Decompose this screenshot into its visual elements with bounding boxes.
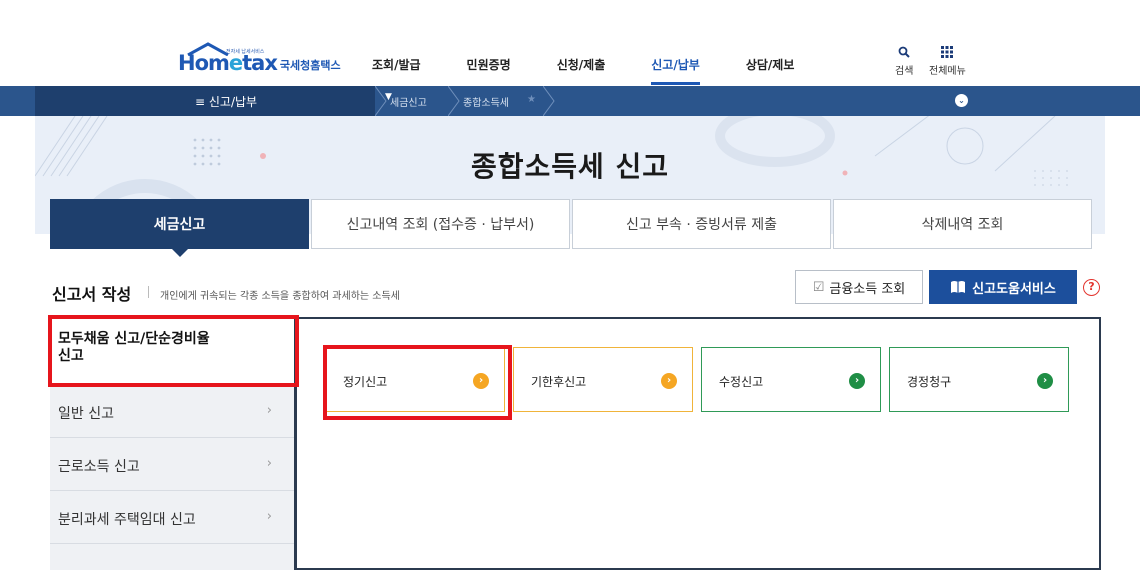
hometax-logo[interactable]: 전자세 납세서비스 Hometax 국세청홈택스 bbox=[178, 42, 341, 74]
logo-tagline: 전자세 납세서비스 bbox=[226, 49, 265, 55]
page: 전자세 납세서비스 Hometax 국세청홈택스 조회/발급 민원증명 신청/제… bbox=[0, 0, 1140, 570]
late-filing-card[interactable]: 기한후신고 › bbox=[513, 347, 693, 412]
tab-tax-filing[interactable]: 세금신고 bbox=[50, 199, 309, 257]
breadcrumb-arrow-icon bbox=[448, 86, 460, 116]
search-button[interactable]: 검색 bbox=[895, 46, 913, 77]
menu-earned-income-label: 근로소득 신고 bbox=[58, 459, 140, 475]
nav-filing-payment[interactable]: 신고/납부 bbox=[651, 56, 700, 85]
tab-filing-history[interactable]: 신고내역 조회 (접수증 · 납부서) bbox=[311, 199, 570, 249]
menu-housing-rental[interactable]: 분리과세 주택임대 신고 › bbox=[50, 491, 294, 544]
breadcrumb-arrow-icon bbox=[375, 86, 387, 116]
menu-earned-income[interactable]: 근로소득 신고 › bbox=[50, 438, 294, 491]
nav-inquiry[interactable]: 조회/발급 bbox=[372, 56, 421, 73]
amended-filing-card[interactable]: 수정신고 › bbox=[701, 347, 881, 412]
refund-claim-label: 경정청구 bbox=[907, 375, 952, 389]
late-filing-label: 기한후신고 bbox=[531, 375, 587, 389]
favorite-star-icon[interactable]: ★ bbox=[527, 94, 536, 105]
search-icon bbox=[898, 46, 910, 60]
breadcrumb-arrow-icon bbox=[543, 86, 555, 116]
nav-certificate[interactable]: 민원증명 bbox=[467, 56, 511, 73]
location-menu-selector[interactable]: ≡ 신고/납부 ▼ bbox=[35, 86, 392, 116]
menu-housing-rental-label: 분리과세 주택임대 신고 bbox=[58, 512, 196, 528]
financial-income-inquiry-label: 금융소득 조회 bbox=[829, 281, 906, 297]
nav-application[interactable]: 신청/제출 bbox=[557, 56, 606, 73]
location-bar: ≡ 신고/납부 ▼ 세금신고 종합소득세 ★ ⌄ bbox=[0, 86, 1140, 116]
logo-subtitle: 국세청홈택스 bbox=[279, 59, 341, 72]
all-menu-label: 전체메뉴 bbox=[929, 66, 966, 77]
all-menu-button[interactable]: 전체메뉴 bbox=[929, 46, 966, 77]
location-expand-icon[interactable]: ⌄ bbox=[955, 94, 968, 107]
top-header: 전자세 납세서비스 Hometax 국세청홈택스 조회/발급 민원증명 신청/제… bbox=[0, 0, 1140, 86]
refund-claim-card[interactable]: 경정청구 › bbox=[889, 347, 1069, 412]
filing-help-service-label: 신고도움서비스 bbox=[972, 281, 1056, 297]
help-question-icon[interactable]: ? bbox=[1083, 279, 1100, 296]
filing-help-service-button[interactable]: 신고도움서비스 bbox=[929, 270, 1077, 304]
page-title: 종합소득세 신고 bbox=[470, 150, 670, 183]
logo-roof-icon bbox=[187, 42, 229, 56]
menu-general-filing[interactable]: 일반 신고 › bbox=[50, 385, 294, 438]
breadcrumb-tax-filing[interactable]: 세금신고 bbox=[390, 94, 427, 109]
main-navigation: 조회/발급 민원증명 신청/제출 신고/납부 상담/제보 bbox=[372, 56, 840, 85]
location-menu-label: ≡ 신고/납부 bbox=[195, 95, 258, 109]
tab-bar: 세금신고 신고내역 조회 (접수증 · 납부서) 신고 부속 · 증빙서류 제출… bbox=[50, 199, 1094, 257]
breadcrumb-income-tax[interactable]: 종합소득세 bbox=[463, 94, 509, 109]
book-icon bbox=[951, 281, 966, 293]
chevron-right-circle-icon: › bbox=[1037, 373, 1053, 389]
highlight-box-regular-filing bbox=[323, 345, 512, 420]
chevron-right-icon: › bbox=[266, 456, 272, 471]
tab-supporting-documents[interactable]: 신고 부속 · 증빙서류 제출 bbox=[572, 199, 831, 249]
checkbox-edit-icon: ☑ bbox=[812, 279, 825, 295]
nav-consult-report[interactable]: 상담/제보 bbox=[746, 56, 795, 73]
grid-menu-icon bbox=[941, 46, 954, 60]
financial-income-inquiry-button[interactable]: ☑ 금융소득 조회 bbox=[795, 270, 923, 304]
tab-deleted-history[interactable]: 삭제내역 조회 bbox=[833, 199, 1092, 249]
chevron-right-icon: › bbox=[266, 509, 272, 524]
chevron-right-circle-icon: › bbox=[849, 373, 865, 389]
chevron-right-icon: › bbox=[266, 403, 272, 418]
highlight-box-prefilled-menu bbox=[48, 315, 299, 387]
section-divider bbox=[148, 286, 149, 298]
search-label: 검색 bbox=[895, 66, 914, 77]
section-description: 개인에게 귀속되는 각종 소득을 종합하여 과세하는 소득세 bbox=[160, 291, 400, 302]
amended-filing-label: 수정신고 bbox=[719, 375, 764, 389]
section-title: 신고서 작성 bbox=[52, 285, 132, 304]
chevron-right-circle-icon: › bbox=[661, 373, 677, 389]
menu-general-label: 일반 신고 bbox=[58, 406, 114, 422]
